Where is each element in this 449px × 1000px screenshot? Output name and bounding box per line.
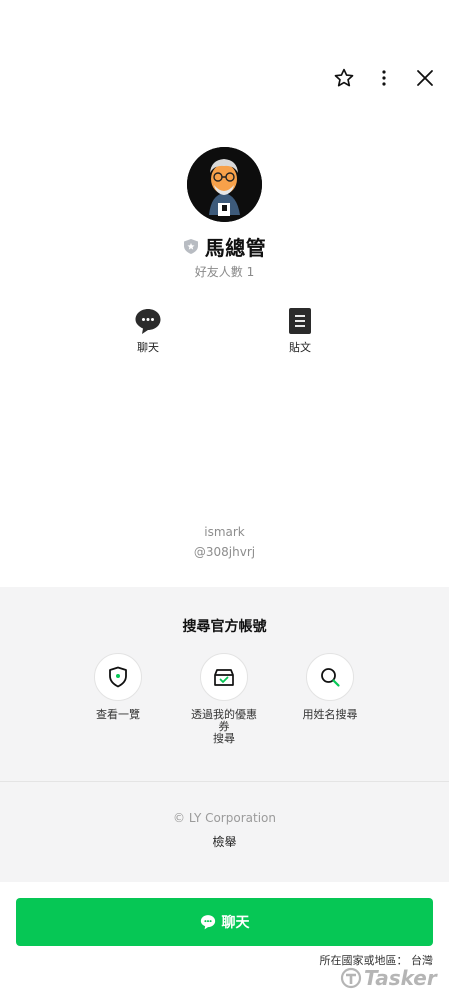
close-icon[interactable]: [411, 64, 439, 92]
favorite-star-icon[interactable]: [330, 64, 358, 92]
view-list-label: 查看一覽: [96, 708, 140, 721]
search-section-title: 搜尋官方帳號: [182, 619, 267, 635]
search-icon: [321, 668, 340, 687]
tasker-watermark: Tasker: [340, 966, 437, 990]
view-list-option[interactable]: 查看一覽: [63, 653, 173, 721]
official-badge-icon: [183, 239, 198, 254]
posts-action-button[interactable]: 貼文: [270, 307, 330, 355]
chat-action-label: 聊天: [137, 341, 159, 354]
search-by-coupon-option[interactable]: 透過我的優惠 券 搜尋: [169, 653, 279, 745]
search-by-name-option[interactable]: 用姓名搜尋: [275, 653, 385, 721]
chat-action-button[interactable]: 聊天: [118, 307, 178, 355]
shield-list-icon: [109, 666, 127, 688]
search-by-coupon-label: 透過我的優惠 券 搜尋: [169, 709, 279, 745]
watermark-text: Tasker: [364, 966, 437, 990]
more-options-icon[interactable]: [370, 64, 398, 92]
line-id: @308jhvrj: [193, 545, 256, 559]
profile-name: 馬總管: [204, 236, 267, 260]
section-divider: [0, 781, 449, 782]
profile-name-row: 馬總管: [0, 232, 449, 261]
top-bar: [0, 64, 449, 94]
report-link[interactable]: 檢舉: [0, 833, 449, 850]
coupon-icon: [214, 669, 234, 686]
tasker-logo-icon: [340, 967, 362, 989]
search-by-name-label: 用姓名搜尋: [302, 708, 358, 721]
user-id: ismark: [204, 525, 245, 539]
coupon-label-line3: 搜尋: [213, 732, 235, 745]
copyright-text: © LY Corporation: [173, 811, 276, 825]
posts-icon: [289, 308, 311, 334]
chat-button-label: 聊天: [221, 915, 250, 931]
chat-bubble-icon: [135, 309, 161, 334]
chat-button[interactable]: 聊天: [16, 898, 433, 946]
friend-count: 好友人數 1: [194, 265, 255, 279]
avatar[interactable]: [187, 147, 262, 222]
posts-action-label: 貼文: [289, 341, 311, 354]
chat-bubble-icon: [200, 915, 215, 930]
